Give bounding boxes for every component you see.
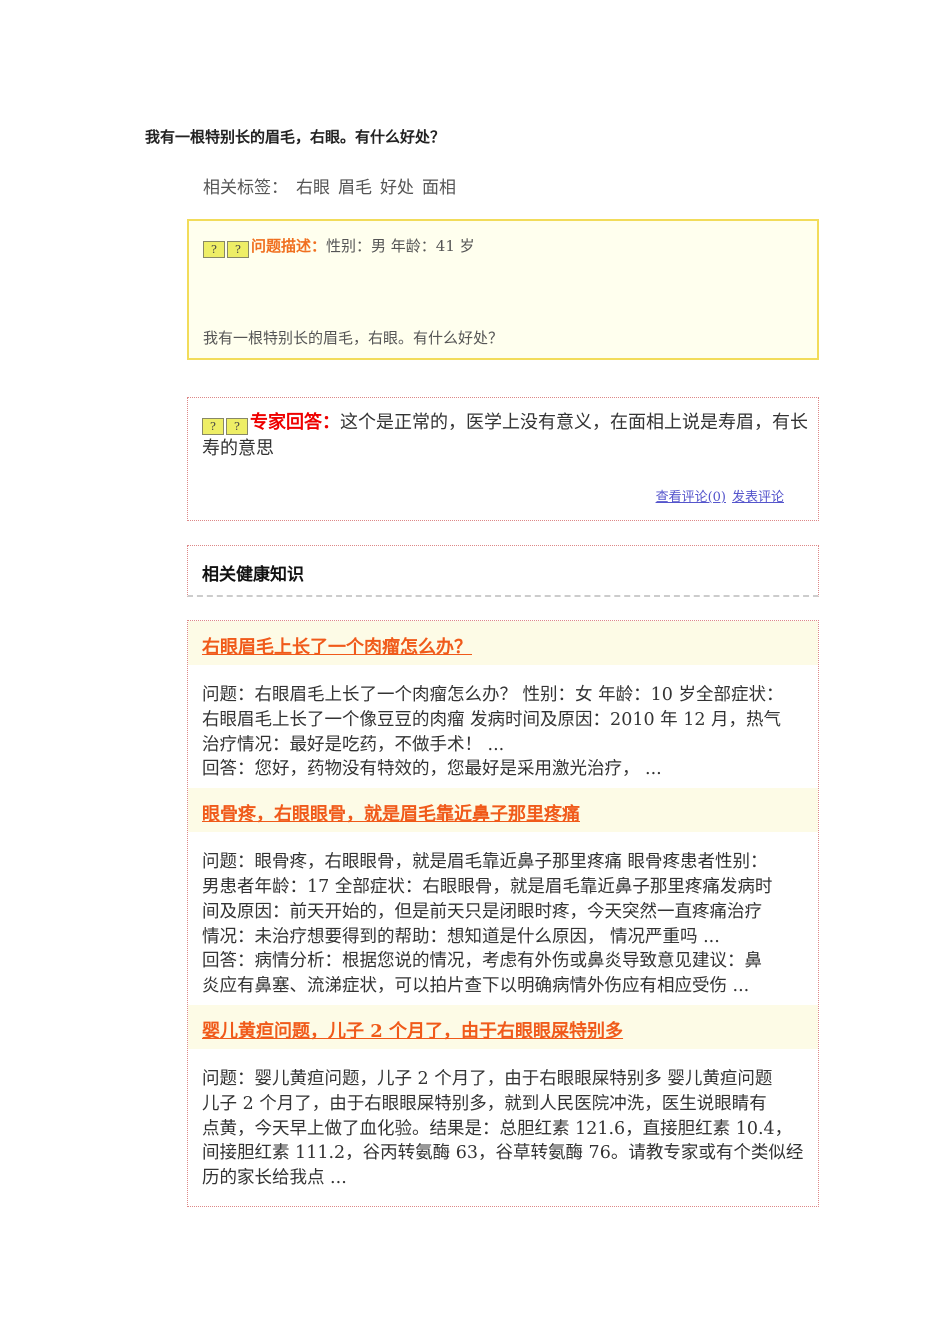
related-item-title: 右眼眉毛上长了一个肉瘤怎么办？ [188,621,818,665]
question-text: 我有一根特别长的眉毛，右眼。有什么好处？ [203,329,504,347]
tag-link[interactable]: 眉毛 [338,178,372,198]
summary-line: 历的家长给我点 ... [202,1168,347,1189]
answer-box: ?? 专家回答：这个是正常的，医学上没有意义，在面相上说是寿眉，有长寿的意思 查看… [187,397,819,521]
question-box: ?? 问题描述：性别：男 年龄：41 岁 我有一根特别长的眉毛，右眼。有什么好处？ [187,219,819,360]
tag-link[interactable]: 右眼 [296,178,330,198]
summary-line: 回答：病情分析：根据您说的情况，考虑有外伤或鼻炎导致意见建议：鼻 [202,951,762,972]
summary-line: 问题：婴儿黄疸问题，儿子 2 个月了，由于右眼眼屎特别多 婴儿黄疸问题 [202,1068,773,1089]
related-item-title: 婴儿黄疸问题，儿子 2 个月了，由于右眼眼屎特别多 [188,1004,818,1049]
summary-line: 男患者年龄：17 全部症状：右眼眼骨，就是眉毛靠近鼻子那里疼痛发病时 [202,876,773,897]
summary-line: 问题：眼骨疼，右眼眼骨，就是眉毛靠近鼻子那里疼痛 眼骨疼患者性别： [202,852,768,873]
answer-icon: ? [226,418,248,435]
tag-link[interactable]: 面相 [422,178,456,198]
view-comments-link[interactable]: 查看评论(0) [656,490,726,505]
summary-line: 间及原因：前天开始的，但是前天只是闭眼时疼，今天突然一直疼痛治疗 [202,901,762,922]
question-icon: ? [227,241,249,258]
knowledge-heading: 相关健康知识 [202,565,304,585]
page-title: 我有一根特别长的眉毛，右眼。有什么好处？ [145,128,446,146]
related-item-link[interactable]: 右眼眉毛上长了一个肉瘤怎么办？ [202,637,472,658]
page: 我有一根特别长的眉毛，右眼。有什么好处？ 相关标签： 右眼 眉毛 好处 面相 ?? 问题描… [0,0,950,1344]
related-item-link[interactable]: 婴儿黄疸问题，儿子 2 个月了，由于右眼眼屎特别多 [202,1021,623,1042]
summary-line: 右眼眉毛上长了一个像豆豆的肉瘤 发病时间及原因：2010 年 12 月，热气 [202,709,782,730]
summary-line: 情况：未治疗想要得到的帮助：想知道是什么原因， 情况严重吗 ... [202,926,720,947]
summary-line: 回答：您好，药物没有特效的，您最好是采用激光治疗， ... [202,759,662,780]
related-item-title: 眼骨疼，右眼眼骨，就是眉毛靠近鼻子那里疼痛 [188,788,818,833]
answer-icon: ? [202,418,224,435]
related-list: 右眼眉毛上长了一个肉瘤怎么办？ 问题：右眼眉毛上长了一个肉瘤怎么办？ 性别：女 年… [187,620,819,1207]
summary-line: 儿子 2 个月了，由于右眼眼屎特别多，就到人民医院冲洗，医生说眼睛有 [202,1093,767,1114]
tag-link[interactable]: 好处 [380,178,414,198]
related-item-link[interactable]: 眼骨疼，右眼眼骨，就是眉毛靠近鼻子那里疼痛 [202,804,580,825]
question-label: 问题描述： [251,237,327,255]
related-item-summary: 问题：眼骨疼，右眼眼骨，就是眉毛靠近鼻子那里疼痛 眼骨疼患者性别： 男患者年龄：1… [188,832,818,1005]
related-item-summary: 问题：右眼眉毛上长了一个肉瘤怎么办？ 性别：女 年龄：10 岁全部症状： 右眼眉毛… [188,665,818,788]
summary-line: 问题：右眼眉毛上长了一个肉瘤怎么办？ 性别：女 年龄：10 岁全部症状： [202,685,784,705]
related-tags: 相关标签： 右眼 眉毛 好处 面相 [203,173,464,198]
answer-label: 专家回答： [250,412,340,433]
summary-line: 炎应有鼻塞、流涕症状，可以拍片查下以明确病情外伤应有相应受伤 ... [202,976,750,997]
question-meta: 性别：男 年龄：41 岁 [326,237,475,255]
tags-label: 相关标签： [203,178,288,198]
post-comment-link[interactable]: 发表评论 [732,490,784,505]
question-icon: ? [203,241,225,258]
related-item-summary: 问题：婴儿黄疸问题，儿子 2 个月了，由于右眼眼屎特别多 婴儿黄疸问题 儿子 2 … [188,1049,818,1197]
summary-line: 点黄，今天早上做了血化验。结果是：总胆红素 121.6，直接胆红素 10.4， [202,1118,793,1139]
knowledge-header: 相关健康知识 [187,545,819,597]
summary-line: 治疗情况：最好是吃药，不做手术！ ... [202,734,505,755]
summary-line: 间接胆红素 111.2，谷丙转氨酶 63，谷草转氨酶 76。请教专家或有个类似经 [202,1143,804,1164]
